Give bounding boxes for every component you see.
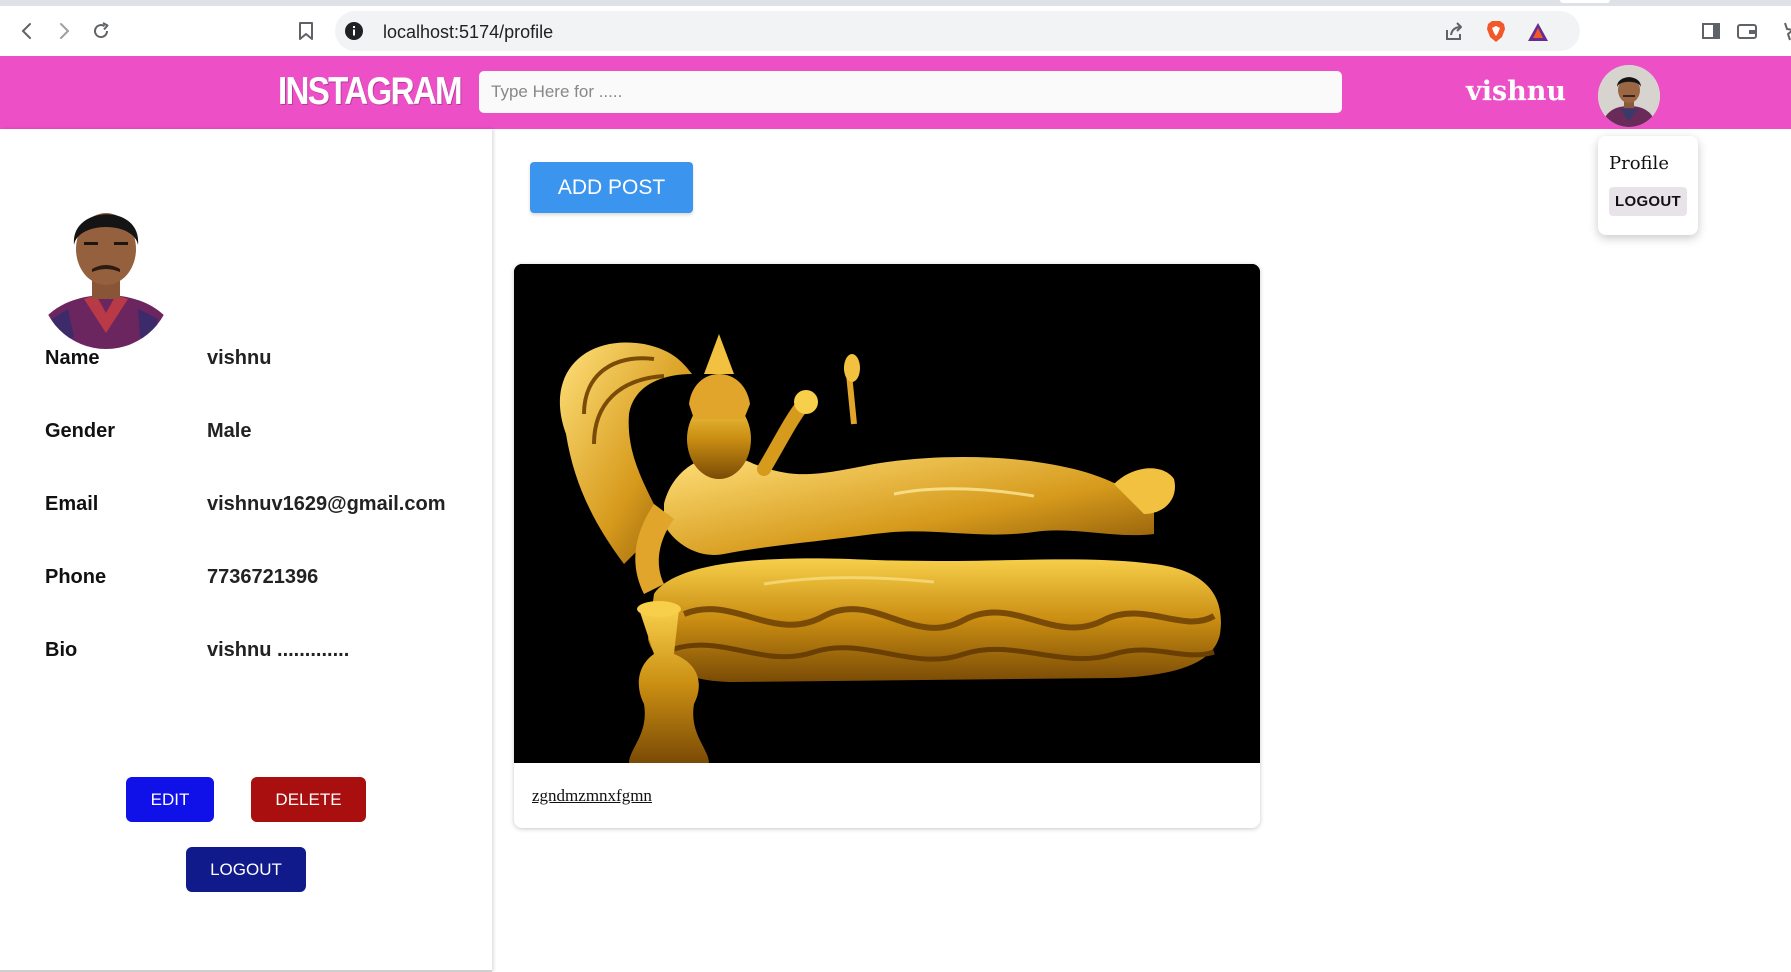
bookmark-icon[interactable] xyxy=(289,14,323,48)
brave-rewards-icon[interactable] xyxy=(1523,17,1553,47)
header-username: vishnu xyxy=(1466,76,1567,107)
app-logo[interactable]: INSTAGRAM xyxy=(278,70,463,114)
url-text: localhost:5174/profile xyxy=(383,22,554,42)
app-header: INSTAGRAM vishnu xyxy=(0,56,1791,129)
info-icon[interactable] xyxy=(344,21,364,46)
forward-icon[interactable] xyxy=(47,14,81,48)
edit-profile-button[interactable]: EDIT xyxy=(126,777,214,822)
profile-label: Gender xyxy=(45,420,116,442)
address-bar[interactable]: localhost:5174/profile xyxy=(335,11,1580,51)
profile-label: Email xyxy=(45,493,99,515)
dropdown-profile-item[interactable]: Profile xyxy=(1609,153,1669,174)
profile-panel: Name vishnu Gender Male Email vishnuv162… xyxy=(0,129,492,972)
brave-shield-icon[interactable] xyxy=(1481,17,1511,47)
profile-label: Bio xyxy=(45,639,78,661)
profile-label: Name xyxy=(45,347,100,369)
profile-label: Phone xyxy=(45,566,107,588)
profile-value: vishnu ............. xyxy=(207,639,350,661)
post-card: zgndmzmnxfgmn xyxy=(514,264,1260,828)
back-icon[interactable] xyxy=(10,14,44,48)
delete-profile-button[interactable]: DELETE xyxy=(251,777,366,822)
reload-icon[interactable] xyxy=(84,14,118,48)
wallet-icon[interactable] xyxy=(1730,14,1764,48)
dropdown-logout-button[interactable]: LOGOUT xyxy=(1609,187,1687,216)
share-icon[interactable] xyxy=(1439,17,1469,47)
profile-value: Male xyxy=(207,420,252,442)
browser-toolbar: localhost:5174/profile xyxy=(0,6,1791,56)
profile-value: 7736721396 xyxy=(207,566,319,588)
extensions-icon[interactable] xyxy=(1768,14,1791,48)
post-image[interactable] xyxy=(514,264,1260,763)
post-caption[interactable]: zgndmzmnxfgmn xyxy=(532,786,652,806)
profile-photo xyxy=(40,197,172,349)
profile-dropdown-menu: Profile LOGOUT xyxy=(1598,136,1698,235)
tab-edge xyxy=(1560,0,1610,3)
avatar[interactable] xyxy=(1598,65,1660,127)
add-post-button[interactable]: ADD POST xyxy=(530,162,693,213)
search-input[interactable] xyxy=(479,71,1342,113)
sidebar-icon[interactable] xyxy=(1694,14,1728,48)
logout-button[interactable]: LOGOUT xyxy=(186,847,306,892)
profile-value: vishnu xyxy=(207,347,272,369)
profile-value: vishnuv1629@gmail.com xyxy=(207,493,446,515)
